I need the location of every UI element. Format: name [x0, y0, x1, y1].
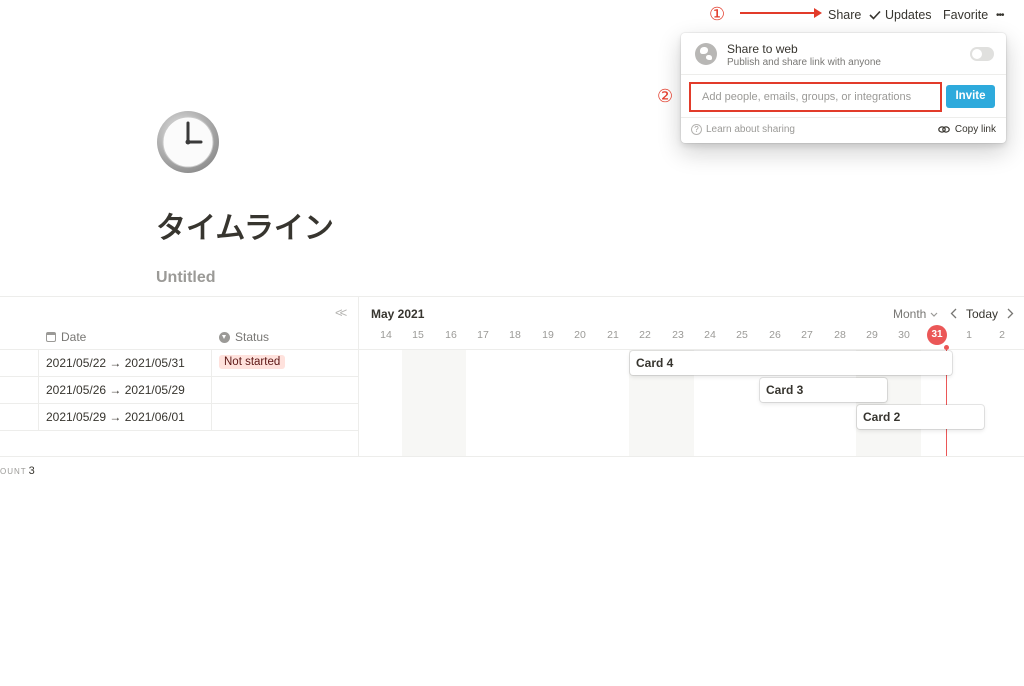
- day-label: 1: [966, 329, 972, 341]
- status-header-label: Status: [235, 330, 270, 344]
- day-label: 25: [736, 329, 748, 341]
- page-title[interactable]: タイムライン: [156, 203, 334, 247]
- day-label: 14: [380, 329, 392, 341]
- favorite-button[interactable]: Favorite: [943, 8, 988, 22]
- date-cell[interactable]: 2021/05/29 → 2021/06/01: [46, 410, 185, 424]
- day-label: 2: [999, 329, 1005, 341]
- date-header-label: Date: [61, 330, 87, 344]
- timeline-card[interactable]: Card 2: [857, 405, 984, 429]
- learn-about-sharing-link[interactable]: ? Learn about sharing: [691, 124, 795, 135]
- day-label: 26: [769, 329, 781, 341]
- timeline-card[interactable]: Card 4: [630, 351, 952, 375]
- count-footer: OUNT 3: [0, 465, 35, 477]
- timeline-card[interactable]: Card 3: [760, 378, 887, 402]
- status-badge[interactable]: Not started: [219, 355, 286, 369]
- date-cell[interactable]: 2021/05/26 → 2021/05/29: [46, 383, 185, 397]
- view-name[interactable]: Untitled: [156, 269, 216, 287]
- row-divider: [0, 376, 358, 377]
- share-button[interactable]: Share: [828, 8, 861, 22]
- day-label: 20: [574, 329, 586, 341]
- zoom-select[interactable]: Month: [893, 307, 938, 321]
- checkmark-icon: [869, 10, 881, 20]
- divider: [0, 456, 1024, 457]
- day-label: 17: [477, 329, 489, 341]
- table-timeline-divider: [358, 297, 359, 456]
- row-divider: [0, 403, 358, 404]
- copy-link-label: Copy link: [954, 124, 996, 135]
- column-divider: [38, 350, 39, 430]
- annotation-arrow: [740, 8, 822, 18]
- weekend-shading: [402, 350, 466, 456]
- column-divider: [211, 350, 212, 430]
- date-cell[interactable]: 2021/05/22 → 2021/05/31: [46, 356, 185, 370]
- date-column-header[interactable]: Date: [46, 330, 86, 344]
- share-to-web-subtitle: Publish and share link with anyone: [727, 57, 881, 68]
- day-label: 15: [412, 329, 424, 341]
- invite-input[interactable]: Add people, emails, groups, or integrati…: [689, 82, 942, 112]
- share-to-web-title: Share to web: [727, 42, 798, 56]
- copy-link-button[interactable]: Copy link: [938, 124, 996, 135]
- calendar-icon: [46, 332, 56, 342]
- select-icon: [219, 331, 230, 343]
- count-value: 3: [28, 465, 35, 477]
- link-icon: [938, 126, 950, 133]
- collapse-table-button[interactable]: <<: [335, 305, 347, 320]
- timeline-month: May 2021: [371, 307, 425, 321]
- day-label: 29: [866, 329, 878, 341]
- annotation-marker-1: ①: [709, 4, 726, 24]
- day-label: 30: [898, 329, 910, 341]
- updates-label: Updates: [885, 8, 932, 22]
- day-label: 21: [607, 329, 619, 341]
- popup-divider: [681, 74, 1006, 75]
- day-label: 24: [704, 329, 716, 341]
- chevron-right-icon[interactable]: [1007, 308, 1014, 319]
- popup-divider: [681, 117, 1006, 118]
- learn-label: Learn about sharing: [706, 124, 795, 135]
- day-label: 28: [834, 329, 846, 341]
- day-label: 16: [445, 329, 457, 341]
- row-divider: [0, 430, 358, 431]
- help-icon: ?: [691, 124, 702, 135]
- zoom-label: Month: [893, 307, 927, 321]
- more-options-icon[interactable]: •••: [996, 10, 1004, 21]
- count-label: OUNT: [0, 467, 27, 476]
- day-label: 19: [542, 329, 554, 341]
- day-label: 18: [509, 329, 521, 341]
- chevron-down-icon: [930, 312, 938, 317]
- clock-icon: [157, 111, 219, 173]
- updates-button[interactable]: Updates: [869, 8, 932, 22]
- divider: [0, 296, 1024, 297]
- day-label: 27: [801, 329, 813, 341]
- annotation-marker-2: ②: [657, 86, 674, 106]
- share-to-web-toggle[interactable]: [970, 47, 994, 61]
- globe-icon: [695, 43, 717, 65]
- status-column-header[interactable]: Status: [219, 330, 269, 344]
- day-label: 23: [672, 329, 684, 341]
- invite-button[interactable]: Invite: [946, 85, 995, 108]
- share-popup: Share to web Publish and share link with…: [681, 33, 1006, 143]
- chevron-left-icon[interactable]: [950, 308, 957, 319]
- today-marker: 31: [927, 325, 947, 345]
- day-label: 22: [639, 329, 651, 341]
- today-button[interactable]: Today: [966, 307, 998, 321]
